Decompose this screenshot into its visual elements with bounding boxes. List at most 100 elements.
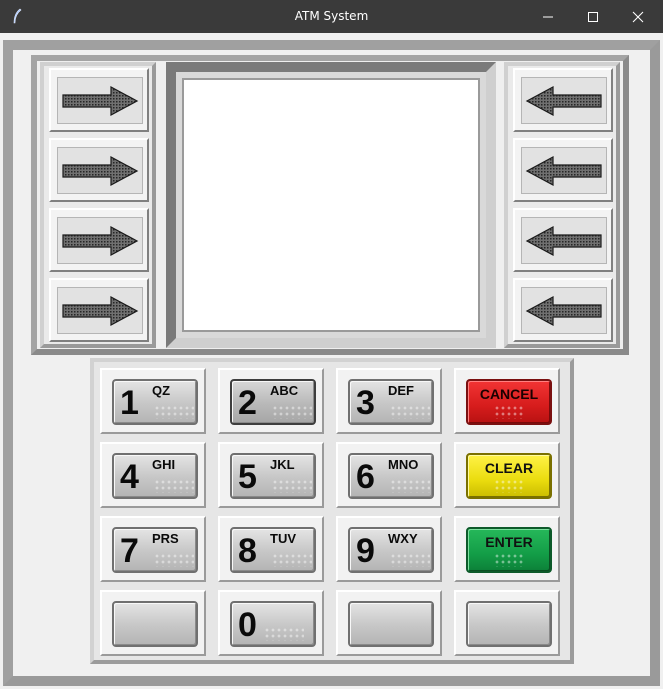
braille-dots: [272, 479, 312, 493]
close-icon: [632, 11, 644, 22]
key-face: 5 JKL: [230, 453, 316, 499]
left-side-button-4[interactable]: [49, 278, 149, 342]
key-letters: PRS: [152, 531, 179, 546]
blank-key-right[interactable]: [336, 590, 442, 656]
key-digit: 1: [120, 384, 139, 422]
key-face: ENTER: [466, 527, 552, 573]
arrow-left-icon: [525, 155, 602, 186]
key-digit: 2: [238, 384, 257, 422]
key-digit: 8: [238, 532, 257, 570]
clear-label: CLEAR: [484, 460, 534, 476]
key-digit: 0: [238, 606, 257, 644]
key-3[interactable]: 3 DEF: [336, 368, 442, 434]
side-button-face: [521, 147, 607, 194]
right-side-button-2[interactable]: [513, 138, 613, 202]
braille-dots: [154, 405, 194, 419]
maximize-button[interactable]: [570, 0, 616, 33]
key-face: 6 MNO: [348, 453, 434, 499]
key-digit: 6: [356, 458, 375, 496]
braille-dots: [494, 479, 524, 493]
braille-dots: [272, 405, 312, 419]
braille-dots: [390, 553, 430, 567]
key-digit: 5: [238, 458, 257, 496]
key-face: CLEAR: [466, 453, 552, 499]
left-side-button-1[interactable]: [49, 68, 149, 132]
cancel-label: CANCEL: [479, 386, 539, 402]
side-button-face: [521, 77, 607, 124]
key-face: 0: [230, 601, 316, 647]
braille-dots: [494, 405, 524, 419]
side-button-face: [521, 217, 607, 264]
braille-dots: [390, 405, 430, 419]
side-button-face: [521, 287, 607, 334]
blank-key-left[interactable]: [100, 590, 206, 656]
key-letters: TUV: [270, 531, 296, 546]
key-digit: 7: [120, 532, 139, 570]
right-side-button-3[interactable]: [513, 208, 613, 272]
blank-key-function[interactable]: [454, 590, 560, 656]
minimize-icon: [543, 16, 553, 17]
keypad: 1 QZ 2 ABC 3 DEF CANCEL 4 GHI 5 JKL 6 MN…: [90, 358, 574, 664]
left-side-buttons: [40, 62, 156, 348]
clear-button[interactable]: CLEAR: [454, 442, 560, 508]
arrow-right-icon: [62, 85, 139, 116]
braille-dots: [272, 553, 312, 567]
key-1[interactable]: 1 QZ: [100, 368, 206, 434]
title-bar: ATM System: [0, 0, 663, 33]
left-side-button-2[interactable]: [49, 138, 149, 202]
right-side-buttons: [504, 62, 620, 348]
key-face: 8 TUV: [230, 527, 316, 573]
braille-dots: [154, 479, 194, 493]
braille-dots: [264, 627, 304, 641]
key-8[interactable]: 8 TUV: [218, 516, 324, 582]
left-side-button-3[interactable]: [49, 208, 149, 272]
side-button-face: [57, 147, 143, 194]
key-face: 2 ABC: [230, 379, 316, 425]
key-letters: ABC: [270, 383, 299, 398]
key-letters: JKL: [270, 457, 295, 472]
arrow-right-icon: [62, 295, 139, 326]
side-button-face: [57, 77, 143, 124]
braille-dots: [390, 479, 430, 493]
arrow-right-icon: [62, 155, 139, 186]
braille-dots: [154, 553, 194, 567]
arrow-right-icon: [62, 225, 139, 256]
right-side-button-1[interactable]: [513, 68, 613, 132]
key-7[interactable]: 7 PRS: [100, 516, 206, 582]
key-face: [466, 601, 552, 647]
right-side-button-4[interactable]: [513, 278, 613, 342]
key-0[interactable]: 0: [218, 590, 324, 656]
key-letters: GHI: [152, 457, 176, 472]
cancel-button[interactable]: CANCEL: [454, 368, 560, 434]
side-button-face: [57, 287, 143, 334]
key-face: 1 QZ: [112, 379, 198, 425]
minimize-button[interactable]: [525, 0, 571, 33]
braille-dots: [494, 553, 524, 567]
key-digit: 9: [356, 532, 375, 570]
key-face: [348, 601, 434, 647]
arrow-left-icon: [525, 85, 602, 116]
atm-screen-frame: [166, 62, 496, 348]
key-face: 3 DEF: [348, 379, 434, 425]
key-digit: 4: [120, 458, 139, 496]
arrow-left-icon: [525, 225, 602, 256]
close-button[interactable]: [615, 0, 661, 33]
key-9[interactable]: 9 WXY: [336, 516, 442, 582]
key-face: [112, 601, 198, 647]
key-face: 4 GHI: [112, 453, 198, 499]
key-4[interactable]: 4 GHI: [100, 442, 206, 508]
key-digit: 3: [356, 384, 375, 422]
key-2[interactable]: 2 ABC: [218, 368, 324, 434]
enter-label: ENTER: [485, 534, 533, 550]
key-letters: QZ: [152, 383, 171, 398]
side-button-face: [57, 217, 143, 264]
key-face: CANCEL: [466, 379, 552, 425]
key-5[interactable]: 5 JKL: [218, 442, 324, 508]
key-face: 9 WXY: [348, 527, 434, 573]
maximize-icon: [588, 11, 598, 22]
key-6[interactable]: 6 MNO: [336, 442, 442, 508]
key-letters: DEF: [388, 383, 414, 398]
enter-button[interactable]: ENTER: [454, 516, 560, 582]
key-face: 7 PRS: [112, 527, 198, 573]
key-letters: WXY: [388, 531, 418, 546]
